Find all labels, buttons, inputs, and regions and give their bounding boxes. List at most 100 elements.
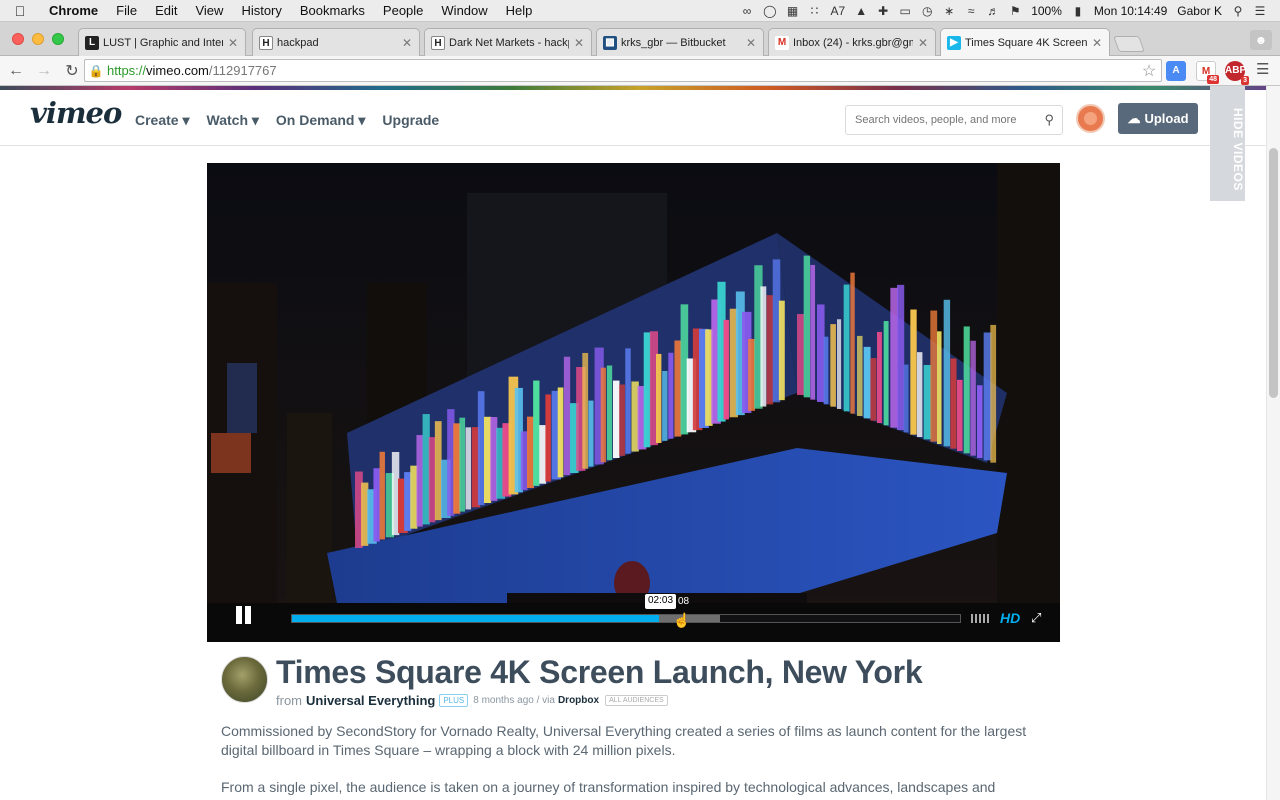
drive-icon[interactable]: ▲	[855, 4, 867, 18]
grid-icon[interactable]: ∷	[809, 4, 821, 18]
vimeo-header: vimeo Create ▾ Watch ▾ On Demand ▾ Upgra…	[0, 90, 1280, 146]
battery-icon[interactable]: ▮	[1072, 4, 1084, 18]
menu-bookmarks[interactable]: Bookmarks	[291, 3, 374, 18]
flag-icon[interactable]: ⚑	[1009, 4, 1021, 18]
tab-gmail-inbox[interactable]: M Inbox (24) - krks.gbr@gmail ✕	[768, 28, 936, 56]
translate-extension-icon[interactable]: A	[1166, 61, 1186, 81]
nav-watch-label: Watch	[206, 112, 248, 128]
plus-badge[interactable]: PLUS	[439, 694, 469, 707]
billboard-stripe	[990, 324, 997, 463]
billboard-stripe	[930, 310, 938, 442]
glasses-icon[interactable]: ◯	[763, 4, 776, 18]
menu-help[interactable]: Help	[497, 3, 542, 18]
menu-window[interactable]: Window	[432, 3, 496, 18]
audience-badge: ALL AUDIENCES	[605, 695, 668, 706]
display-icon[interactable]: ▭	[899, 4, 911, 18]
profile-icon[interactable]: ☻	[1250, 30, 1272, 50]
lock-icon[interactable]: 🔒	[85, 64, 107, 78]
time-machine-icon[interactable]: ◷	[921, 4, 933, 18]
close-tab-icon[interactable]: ✕	[1091, 36, 1103, 50]
url-host: vimeo.com	[146, 63, 209, 78]
billboard-stripe	[883, 321, 889, 426]
tab-bitbucket[interactable]: ▩ krks_gbr — Bitbucket ✕	[596, 28, 764, 56]
reload-icon[interactable]: ↻	[60, 61, 84, 81]
menu-people[interactable]: People	[374, 3, 432, 18]
billboard-stripe	[520, 431, 528, 491]
search-icon[interactable]: ⚲	[1044, 112, 1054, 128]
menu-file[interactable]: File	[107, 3, 146, 18]
channel-avatar[interactable]	[221, 656, 268, 703]
lust-favicon-icon: L	[85, 35, 99, 50]
upload-button[interactable]: ☁ Upload	[1118, 103, 1198, 134]
menu-edit[interactable]: Edit	[146, 3, 186, 18]
close-tab-icon[interactable]: ✕	[917, 36, 929, 50]
fullscreen-icon[interactable]: ⤢	[1031, 610, 1041, 626]
billboard-stripe	[416, 435, 423, 527]
avatar-face-icon	[1084, 112, 1097, 125]
video-title: Times Square 4K Screen Launch, New York	[276, 654, 923, 690]
tab-title: Inbox (24) - krks.gbr@gmail	[793, 36, 913, 49]
volume-icon[interactable]: ♬	[987, 4, 999, 18]
adobe-icon[interactable]: A7	[831, 4, 846, 18]
link-icon[interactable]: ∞	[741, 4, 753, 18]
spotlight-search-icon[interactable]: ⚲	[1232, 4, 1244, 18]
menu-user[interactable]: Gabor K	[1177, 4, 1222, 18]
video-player[interactable]: 02:03 08 HD ⤢ ☝	[207, 163, 1060, 642]
billboard-stripe	[465, 427, 472, 510]
tab-times-square-vimeo[interactable]: ▶ Times Square 4K Screen Lau ✕	[940, 28, 1110, 57]
progress-bar[interactable]	[291, 614, 961, 623]
tab-dark-net-markets[interactable]: H Dark Net Markets - hackpad ✕	[424, 28, 592, 56]
user-avatar[interactable]	[1076, 104, 1105, 133]
hd-toggle[interactable]: HD	[1000, 610, 1020, 626]
address-bar[interactable]: 🔒 https:// vimeo.com /112917767 ☆	[84, 59, 1162, 82]
billboard-stripe	[890, 287, 899, 428]
nav-watch[interactable]: Watch ▾	[207, 112, 259, 129]
forward-arrow-icon[interactable]: →	[32, 62, 56, 80]
plus-icon[interactable]: ✚	[877, 4, 889, 18]
billboard-stripe	[977, 385, 983, 458]
menu-view[interactable]: View	[186, 3, 232, 18]
bluetooth-icon[interactable]: ∗	[943, 4, 955, 18]
billboard-stripe	[870, 358, 877, 421]
apple-menu-icon[interactable]: 	[0, 3, 40, 19]
new-tab-button[interactable]	[1113, 36, 1145, 52]
search-box: ⚲	[845, 105, 1063, 135]
billboard-stripe	[563, 356, 571, 476]
tab-title: LUST | Graphic and Interacti	[103, 36, 223, 49]
adobe-count: 7	[838, 3, 846, 18]
nav-upgrade[interactable]: Upgrade	[382, 112, 439, 129]
tab-lust[interactable]: L LUST | Graphic and Interacti ✕	[78, 28, 246, 56]
back-arrow-icon[interactable]: ←	[4, 62, 28, 80]
close-window-button[interactable]	[12, 33, 24, 45]
billboard-stripe	[857, 335, 863, 416]
menu-app-chrome[interactable]: Chrome	[40, 3, 107, 18]
adblock-plus-icon[interactable]: ABP 3	[1225, 61, 1249, 85]
pause-icon[interactable]	[234, 606, 254, 626]
nav-on-demand[interactable]: On Demand ▾	[276, 112, 366, 129]
billboard-stripe	[797, 314, 804, 395]
gmail-extension-icon[interactable]: M 48	[1196, 61, 1219, 84]
minimize-window-button[interactable]	[32, 33, 44, 45]
via-link[interactable]: Dropbox	[558, 695, 599, 706]
page-scrollbar[interactable]	[1266, 86, 1280, 800]
author-link[interactable]: Universal Everything	[306, 693, 435, 708]
close-tab-icon[interactable]: ✕	[401, 36, 413, 50]
close-tab-icon[interactable]: ✕	[745, 36, 757, 50]
search-input[interactable]	[855, 114, 1035, 126]
maximize-window-button[interactable]	[52, 33, 64, 45]
chrome-menu-icon[interactable]: ☰	[1256, 62, 1270, 77]
wifi-icon[interactable]: ≈	[965, 4, 977, 18]
tab-hackpad[interactable]: H hackpad ✕	[252, 28, 420, 56]
close-tab-icon[interactable]: ✕	[227, 36, 239, 50]
vimeo-logo[interactable]: vimeo	[30, 96, 122, 130]
volume-icon[interactable]	[971, 614, 989, 623]
bookmark-star-icon[interactable]: ☆	[1137, 61, 1161, 81]
scrollbar-thumb[interactable]	[1269, 148, 1278, 398]
calendar-icon[interactable]: ▦	[787, 4, 799, 18]
nav-create[interactable]: Create ▾	[135, 112, 190, 129]
notification-center-icon[interactable]: ☰	[1254, 4, 1266, 18]
close-tab-icon[interactable]: ✕	[573, 36, 585, 50]
menu-history[interactable]: History	[232, 3, 290, 18]
menu-clock[interactable]: Mon 10:14:49	[1094, 4, 1167, 18]
hide-videos-tab[interactable]: HIDE VIDEOS	[1210, 86, 1245, 201]
